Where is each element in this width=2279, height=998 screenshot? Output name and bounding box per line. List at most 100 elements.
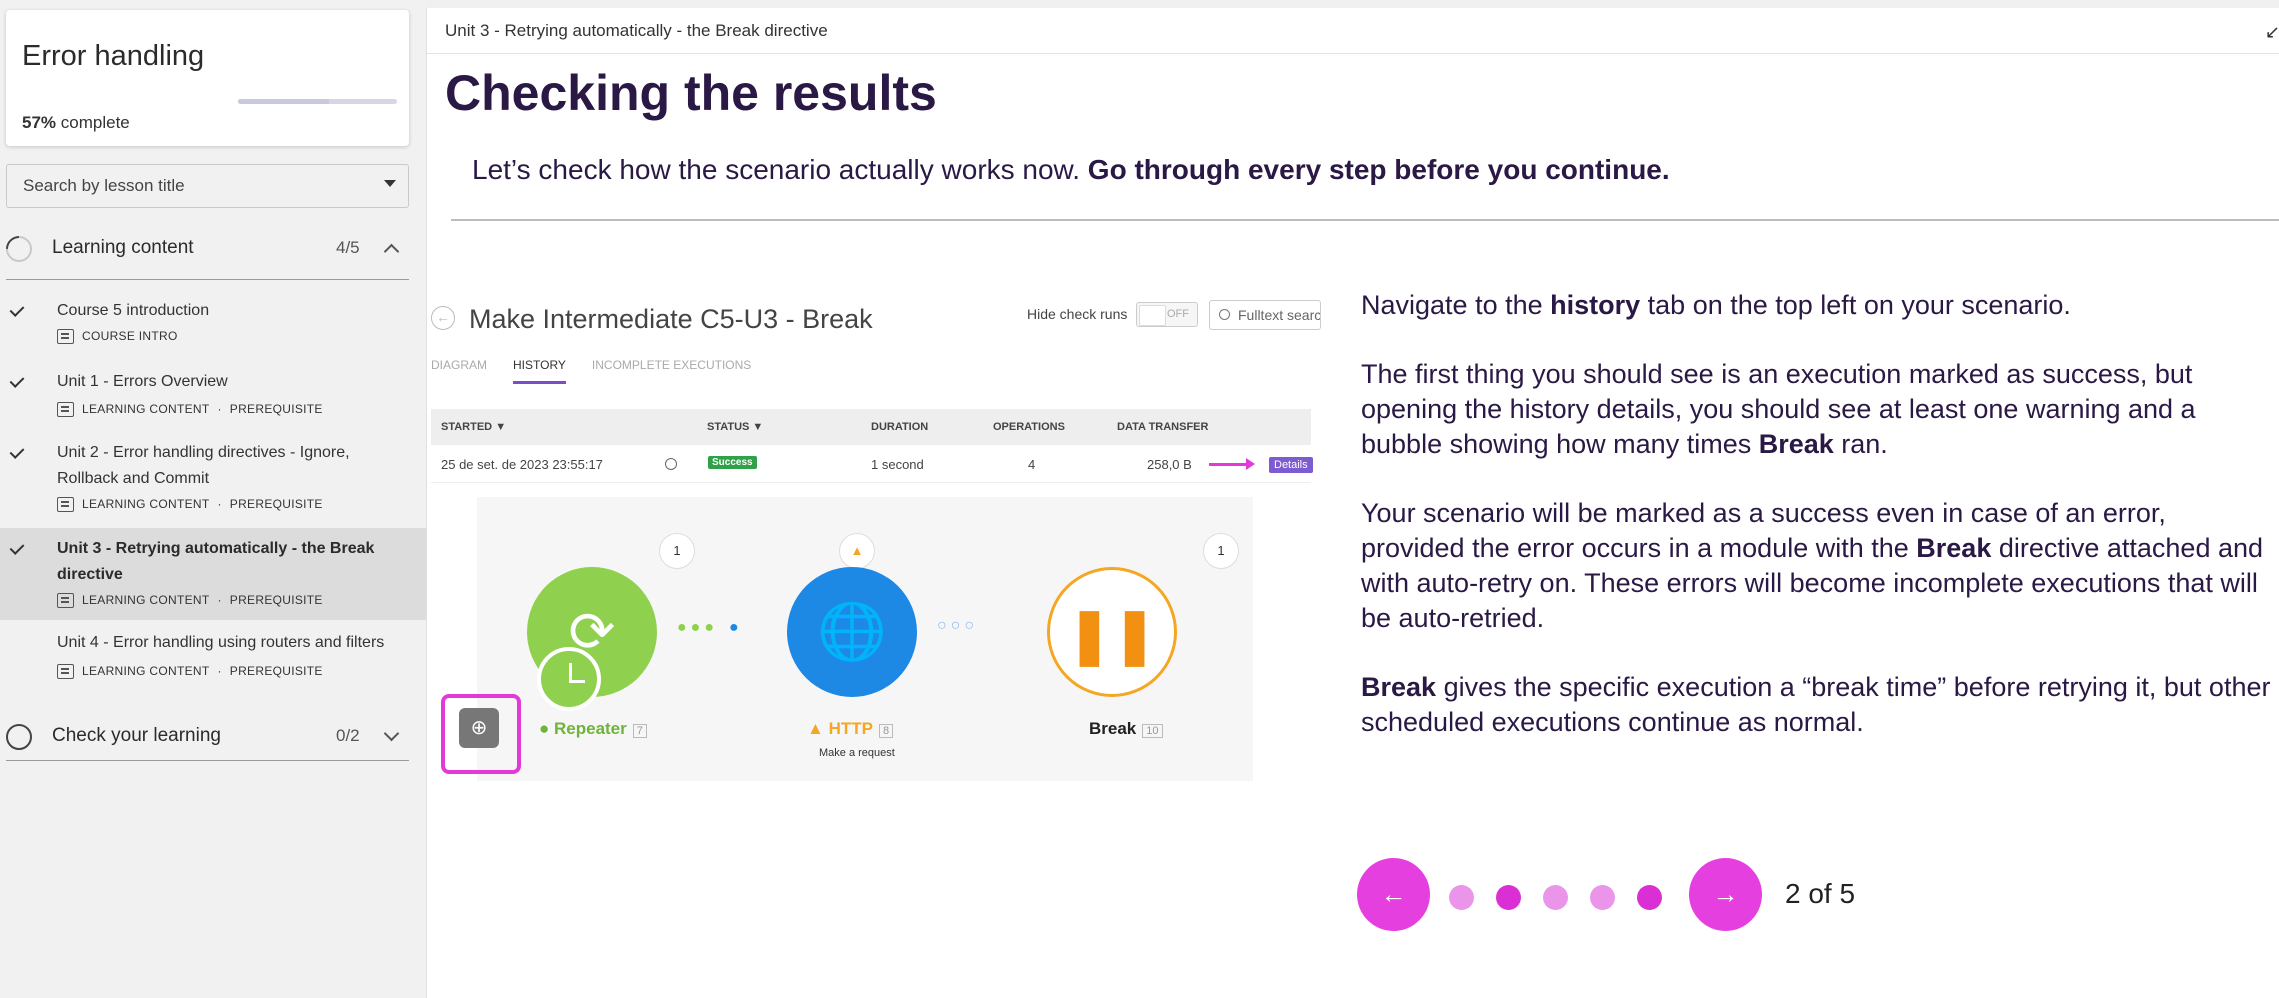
course-title: Error handling — [22, 40, 205, 72]
step-dot[interactable] — [1543, 885, 1568, 910]
lesson-item[interactable]: Unit 2 - Error handling directives - Ign… — [0, 432, 426, 520]
lesson-type: LEARNING CONTENT — [82, 664, 210, 678]
lesson-meta: LEARNING CONTENT · PREREQUISITE — [57, 591, 323, 609]
divider — [6, 760, 409, 761]
lesson-type: LEARNING CONTENT — [82, 593, 210, 607]
check-icon — [9, 444, 25, 459]
step-dot[interactable] — [1590, 885, 1615, 910]
lesson-tag: PREREQUISITE — [229, 402, 323, 416]
hide-check-runs-label: Hide check runs — [1027, 306, 1128, 322]
lesson-search-input[interactable] — [7, 165, 367, 207]
course-card: Error handling 57% complete — [6, 10, 409, 146]
intro-bold: Go through every step before you continu… — [1087, 154, 1670, 185]
col-status: STATUS ▼ — [707, 421, 764, 433]
section-learning-content[interactable]: Learning content 4/5 — [0, 222, 409, 272]
lesson-title: Unit 1 - Errors Overview — [57, 373, 228, 390]
warning-bubble: ▲ — [839, 533, 875, 569]
lesson-title: Unit 3 - Retrying automatically - the Br… — [57, 540, 375, 583]
lesson-title: Unit 4 - Error handling using routers an… — [57, 634, 385, 651]
progress-percent: 57% — [22, 113, 57, 132]
tab-diagram: DIAGRAM — [431, 358, 488, 372]
step-counter: 2 of 5 — [1785, 878, 1856, 909]
history-row: 25 de set. de 2023 23:55:17 Success 1 se… — [431, 445, 1313, 483]
details-button: Details — [1269, 457, 1313, 473]
lesson-item[interactable]: Unit 4 - Error handling using routers an… — [0, 630, 426, 692]
explanation-paragraph: The first thing you should see is an exe… — [1361, 359, 2196, 459]
col-duration: DURATION — [871, 421, 929, 433]
meta-separator: · — [217, 497, 222, 511]
breadcrumb-bar: Unit 3 - Retrying automatically - the Br… — [427, 8, 2279, 54]
incomplete-icon — [10, 642, 25, 657]
chevron-up-icon[interactable] — [383, 243, 400, 260]
lesson-tag: PREREQUISITE — [229, 497, 323, 511]
module-label: Break 10 — [1089, 719, 1163, 739]
divider — [451, 219, 2279, 221]
step-dot[interactable] — [1496, 885, 1521, 910]
section-count: 0/2 — [336, 726, 360, 745]
document-icon — [57, 328, 74, 344]
connector-dots: ● — [729, 619, 743, 636]
clock-icon — [537, 647, 601, 711]
lesson-tag: PREREQUISITE — [229, 664, 323, 678]
operations-bubble: 1 — [1203, 533, 1239, 569]
col-operations: OPERATIONS — [993, 421, 1065, 433]
meta-separator: · — [217, 402, 222, 416]
lesson-content: Unit 3 - Retrying automatically - the Br… — [426, 8, 2279, 998]
cell-data-transfer: 258,0 B — [1147, 457, 1192, 472]
content-icon — [57, 496, 74, 512]
scenario-diagram: 1 ⟳ ●●● ● ▲ 🌐 ○○○ 1 ❚❚ ● Repeater 7 ▲ HTT… — [477, 497, 1253, 781]
globe-icon: 🌐 — [817, 600, 887, 663]
breadcrumb: Unit 3 - Retrying automatically - the Br… — [445, 21, 828, 40]
step-dot[interactable] — [1449, 885, 1474, 910]
intro-plain: Let’s check how the scenario actually wo… — [472, 154, 1081, 185]
hide-check-runs-toggle: OFF — [1136, 302, 1198, 327]
toggle-state: OFF — [1167, 308, 1189, 320]
content-icon — [57, 401, 74, 417]
lesson-type: COURSE INTRO — [82, 329, 178, 343]
previous-button[interactable]: ← — [1357, 858, 1430, 931]
next-button[interactable]: → — [1689, 858, 1762, 931]
intro-text: Let’s check how the scenario actually wo… — [472, 154, 1670, 186]
clock-icon — [665, 458, 677, 470]
history-table-header: STARTED ▼ STATUS ▼ DURATION OPERATIONS D… — [431, 409, 1311, 445]
lesson-title: Unit 2 - Error handling directives - Ign… — [57, 444, 350, 487]
lesson-meta: LEARNING CONTENT · PREREQUISITE — [57, 495, 323, 513]
caret-down-icon[interactable] — [384, 180, 396, 187]
meta-separator: · — [217, 664, 222, 678]
explanation-paragraph: Break gives the specific execution a “br… — [1361, 672, 2271, 737]
progress-bar-fill — [238, 99, 329, 104]
check-icon — [9, 302, 25, 317]
lesson-item[interactable]: Unit 1 - Errors Overview LEARNING CONTEN… — [0, 361, 426, 423]
sidebar: Error handling 57% complete Learning con… — [0, 0, 426, 998]
connector-dots: ●●● — [677, 619, 718, 636]
progress-circle-icon — [0, 230, 38, 268]
col-started: STARTED ▼ — [441, 421, 507, 433]
fulltext-search: Fulltext search — [1209, 300, 1321, 330]
break-module: ❚❚ — [1047, 567, 1177, 697]
collapse-icon[interactable]: ↙ — [2265, 22, 2279, 43]
lesson-tag: PREREQUISITE — [229, 593, 323, 607]
module-label: ▲ HTTP 8 — [807, 719, 894, 739]
tab-history: HISTORY — [513, 358, 566, 384]
content-icon — [57, 592, 74, 608]
progress-bar — [238, 99, 397, 104]
module-sublabel: Make a request — [819, 747, 895, 759]
lesson-meta: LEARNING CONTENT · PREREQUISITE — [57, 400, 323, 418]
lesson-item-active[interactable]: Unit 3 - Retrying automatically - the Br… — [0, 528, 426, 620]
step-dot[interactable] — [1637, 885, 1662, 910]
progress-label: complete — [60, 113, 130, 132]
lesson-item[interactable]: Course 5 introduction COURSE INTRO — [0, 290, 426, 352]
section-label: Check your learning — [52, 725, 221, 746]
meta-separator: · — [217, 593, 222, 607]
scenario-title: Make Intermediate C5-U3 - Break — [469, 304, 873, 334]
status-badge: Success — [708, 456, 757, 469]
connector-dots: ○○○ — [937, 617, 978, 634]
pause-icon: ❚❚ — [1066, 605, 1158, 665]
page-title: Checking the results — [445, 65, 937, 121]
arrow-right-icon — [1209, 458, 1255, 470]
section-check-your-learning[interactable]: Check your learning 0/2 — [0, 710, 409, 760]
chevron-down-icon[interactable] — [383, 725, 400, 742]
step-pager: ← → 2 of 5 — [1357, 858, 1855, 934]
col-data-transfer: DATA TRANSFER — [1117, 421, 1209, 433]
lesson-search[interactable] — [6, 164, 409, 208]
